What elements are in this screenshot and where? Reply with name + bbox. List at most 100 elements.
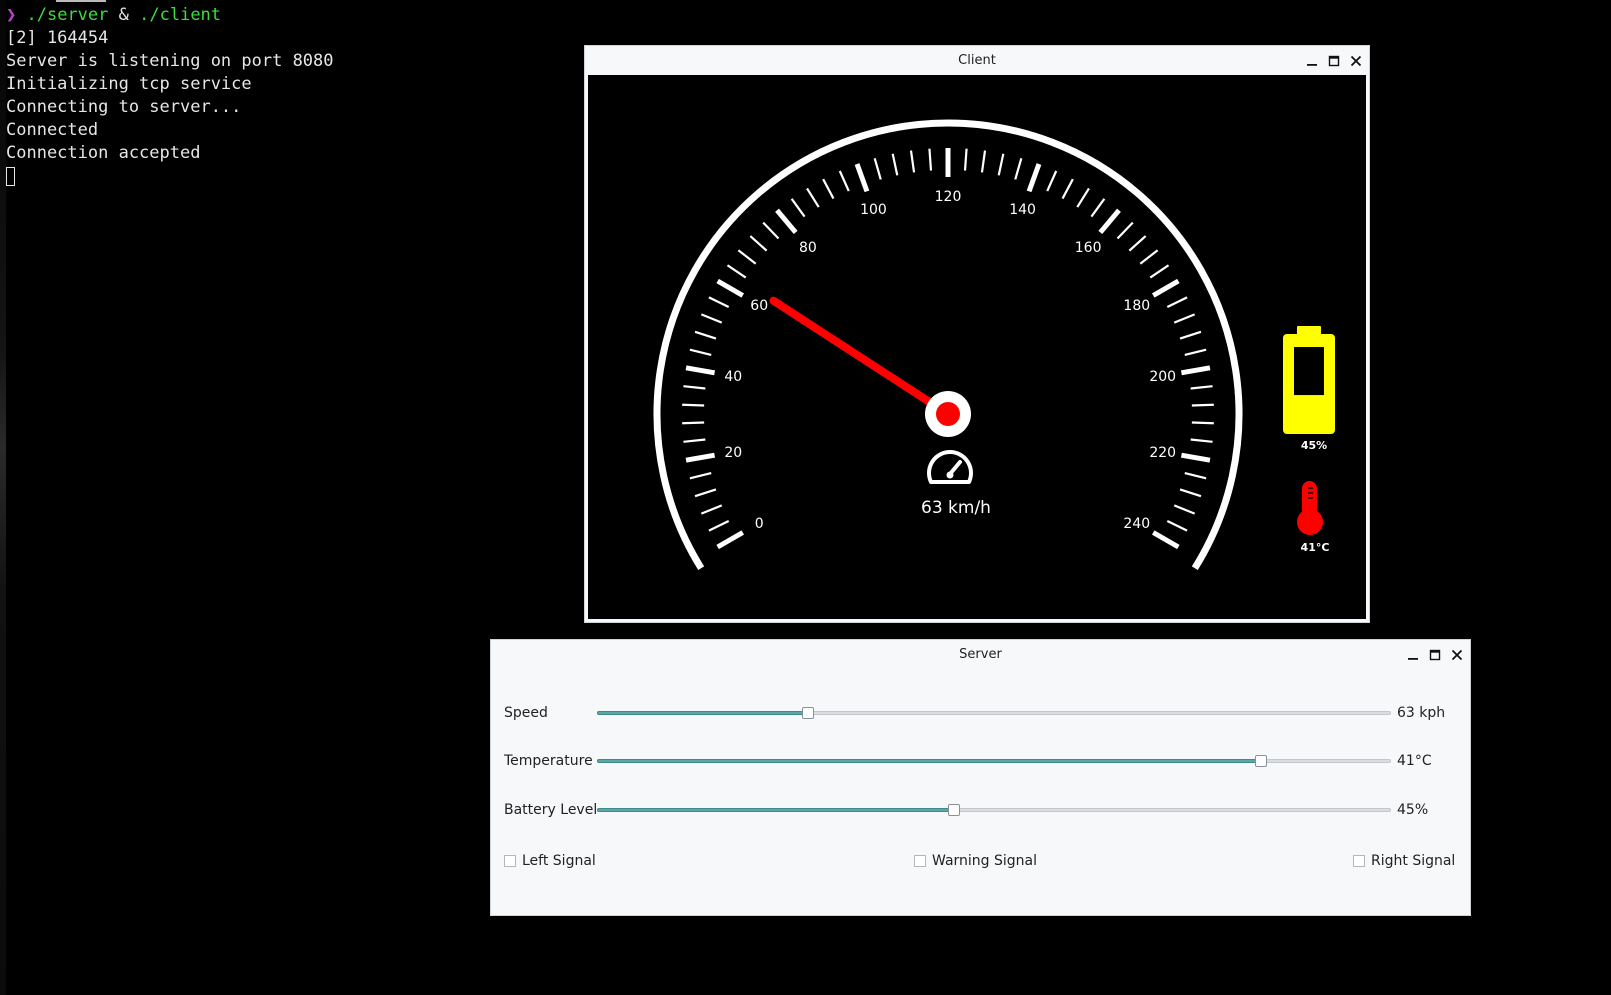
battery-level-slider[interactable]: [597, 804, 1391, 816]
left-signal-box[interactable]: [504, 855, 516, 867]
maximize-icon[interactable]: [1428, 648, 1442, 662]
gauge-tick-label: 180: [1123, 298, 1150, 314]
terminal[interactable]: ❯ ./server & ./client [2] 164454 Server …: [6, 4, 566, 204]
temperature-slider-handle[interactable]: [1254, 755, 1267, 767]
major-tick: [1180, 365, 1211, 376]
minor-tick: [708, 519, 730, 532]
close-icon[interactable]: [1450, 648, 1464, 662]
client-window-controls: [1305, 46, 1363, 75]
command-server: ./server: [26, 5, 109, 25]
temperature-slider-fill: [597, 759, 1260, 763]
major-tick: [685, 452, 716, 463]
gauge-tick-label: 100: [860, 202, 887, 218]
minor-tick: [1116, 221, 1134, 240]
gauge-ticks: [682, 148, 1214, 550]
terminal-cursor-line[interactable]: [6, 165, 566, 188]
battery-slider-label: Battery Level: [504, 802, 598, 818]
minor-tick: [689, 471, 712, 480]
minor-tick: [694, 330, 717, 340]
client-titlebar[interactable]: Client: [585, 46, 1369, 75]
minor-tick: [838, 170, 850, 192]
right-signal-checkbox[interactable]: Right Signal: [1353, 853, 1455, 869]
right-signal-box[interactable]: [1353, 855, 1365, 867]
gauge-tick-label: 80: [799, 240, 817, 256]
client-window[interactable]: Client 0 20 40 60 80 100 120 140 160 180 200 220 240: [585, 46, 1369, 622]
minor-tick: [1173, 504, 1196, 515]
warning-signal-checkbox[interactable]: Warning Signal: [914, 853, 1037, 869]
minor-tick: [700, 313, 723, 324]
minor-tick: [997, 153, 1005, 176]
minor-tick: [822, 178, 835, 200]
left-signal-checkbox[interactable]: Left Signal: [504, 853, 596, 869]
server-window[interactable]: Server Speed 63 kph Temperature 41°C Bat…: [491, 640, 1470, 915]
gauge-tick-label: 200: [1149, 369, 1176, 385]
minor-tick: [963, 148, 968, 171]
minor-tick: [1139, 249, 1159, 265]
minor-tick: [1166, 519, 1188, 532]
terminal-output-line: Connected: [6, 120, 99, 140]
major-tick: [775, 208, 798, 235]
close-icon[interactable]: [1349, 54, 1363, 68]
speed-slider-fill: [597, 711, 807, 715]
terminal-command-line: ❯ ./server & ./client: [6, 4, 566, 27]
major-tick: [716, 530, 745, 550]
needle-hub-center: [936, 402, 960, 426]
command-client: ./client: [139, 5, 222, 25]
minor-tick: [737, 249, 757, 265]
minimize-icon[interactable]: [1305, 54, 1319, 68]
speed-slider-label: Speed: [504, 705, 548, 721]
minor-tick: [806, 187, 820, 208]
minor-tick: [1184, 471, 1207, 480]
minor-tick: [1179, 488, 1202, 498]
minor-tick: [749, 235, 768, 252]
minor-tick: [928, 148, 933, 171]
terminal-output-line: Initializing tcp service: [6, 74, 252, 94]
gauge-tick-label: 220: [1149, 445, 1176, 461]
major-tick: [685, 365, 716, 376]
gauge-tick-label: 120: [935, 189, 962, 205]
gauge-tick-label: 40: [724, 369, 742, 385]
minor-tick: [1061, 178, 1074, 200]
battery-empty-area: [1294, 347, 1324, 396]
prompt-glyph: ❯: [6, 5, 17, 25]
left-signal-label: Left Signal: [522, 853, 596, 869]
desktop: ❯ ./server & ./client [2] 164454 Server …: [0, 0, 1611, 995]
minor-tick: [700, 504, 723, 515]
terminal-output-line: [2] 164454: [6, 28, 109, 48]
minor-tick: [790, 198, 806, 218]
minor-tick: [1190, 385, 1213, 390]
speedometer-icon: [927, 450, 973, 484]
speed-slider-row: Speed 63 kph: [504, 702, 1464, 726]
minor-tick: [1149, 264, 1170, 279]
gauge-tick-label: 20: [724, 445, 742, 461]
minor-tick: [1014, 158, 1023, 180]
gauge-tick-label: 160: [1075, 240, 1102, 256]
minor-tick: [726, 264, 747, 279]
gauge-tick-label: 240: [1123, 516, 1150, 532]
minor-tick: [1166, 296, 1188, 309]
minor-tick: [1190, 438, 1213, 443]
temperature-slider-label: Temperature: [504, 753, 593, 769]
battery-level-text: 45%: [1301, 439, 1327, 452]
battery-slider-handle[interactable]: [948, 804, 961, 816]
minimize-icon[interactable]: [1406, 648, 1420, 662]
speed-slider[interactable]: [597, 707, 1391, 719]
warning-signal-box[interactable]: [914, 855, 926, 867]
server-titlebar[interactable]: Server: [491, 640, 1470, 669]
temperature-slider[interactable]: [597, 755, 1391, 767]
minor-tick: [1128, 235, 1147, 252]
speed-slider-handle[interactable]: [801, 707, 814, 719]
minor-tick: [1090, 198, 1106, 218]
battery-icon: [1283, 326, 1335, 434]
speed-slider-value: 63 kph: [1397, 705, 1446, 721]
terminal-output-line: Connection accepted: [6, 143, 201, 163]
minor-tick: [683, 385, 706, 390]
maximize-icon[interactable]: [1327, 54, 1341, 68]
speed-needle: [769, 296, 952, 418]
gauge-tick-label: 140: [1009, 202, 1036, 218]
major-tick: [1098, 208, 1121, 235]
command-op: &: [118, 5, 129, 25]
right-signal-label: Right Signal: [1371, 853, 1456, 869]
minor-tick: [1191, 403, 1214, 407]
minor-tick: [682, 403, 705, 407]
